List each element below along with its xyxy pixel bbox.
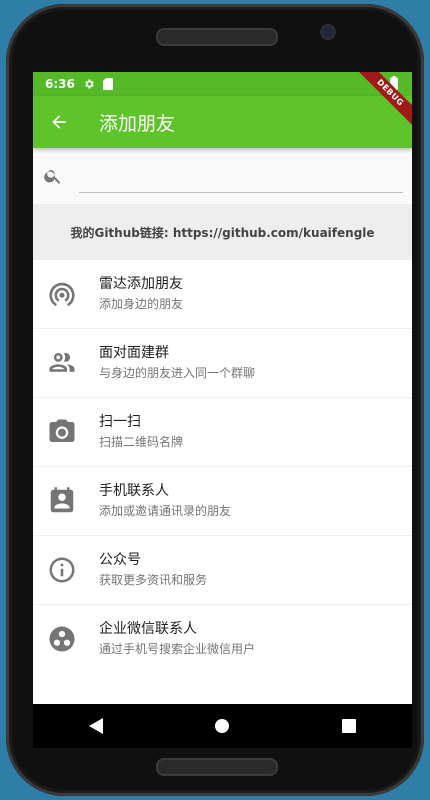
top-speaker: [156, 28, 278, 46]
front-camera: [322, 26, 334, 38]
workspaces-icon: [47, 624, 77, 654]
status-bar: 6:36 DEBUG: [33, 72, 412, 134]
system-nav-bar: [33, 704, 412, 748]
list-item-title: 公众号: [99, 552, 141, 568]
nav-recents-button[interactable]: [319, 704, 379, 748]
phone-frame: 6:36 DEBUG 添加朋友 我的Github链接: https://gith…: [6, 4, 424, 796]
list-item-title: 手机联系人: [99, 483, 169, 499]
list-item-scan[interactable]: 扫一扫 扫描二维码名牌: [33, 398, 412, 467]
list-item-subtitle: 添加身边的朋友: [99, 297, 184, 311]
circle-home-icon: [215, 719, 230, 733]
list-item-title: 面对面建群: [99, 345, 169, 361]
list-item-radar[interactable]: 雷达添加朋友 添加身边的朋友: [33, 260, 412, 329]
search-input[interactable]: [79, 162, 403, 193]
people-icon: [47, 348, 77, 378]
list-item-phone-contacts[interactable]: 手机联系人 添加或邀请通讯录的朋友: [33, 467, 412, 536]
list-item-subtitle: 添加或邀请通讯录的朋友: [99, 504, 232, 518]
list-item-subtitle: 通过手机号搜索企业微信用户: [99, 642, 256, 656]
screen: 6:36 DEBUG 添加朋友 我的Github链接: https://gith…: [33, 72, 412, 748]
list-item-title: 扫一扫: [99, 414, 141, 430]
nav-back-button[interactable]: [66, 704, 126, 748]
list-item-subtitle: 扫描二维码名牌: [99, 435, 184, 449]
search-icon: [43, 166, 63, 190]
list-item-title: 企业微信联系人: [99, 621, 197, 637]
add-friend-options-list: 雷达添加朋友 添加身边的朋友 面对面建群 与身边的朋友进入同一个群聊 扫一扫 扫…: [33, 260, 412, 673]
page-title: 添加朋友: [99, 112, 176, 135]
info-icon: [47, 555, 77, 585]
square-recents-icon: [341, 719, 356, 733]
bottom-speaker: [156, 758, 278, 776]
sd-card-icon: [102, 78, 113, 90]
camera-icon: [47, 417, 77, 447]
app-bar: 添加朋友: [33, 96, 412, 148]
arrow-back-icon: [52, 115, 66, 129]
list-item-subtitle: 获取更多资讯和服务: [99, 573, 208, 587]
search-row: [33, 148, 412, 204]
status-time: 6:36: [45, 77, 75, 91]
list-item-wework-contacts[interactable]: 企业微信联系人 通过手机号搜索企业微信用户: [33, 605, 412, 673]
contacts-icon: [47, 486, 77, 516]
settings-icon: [83, 78, 95, 90]
back-button[interactable]: [33, 96, 85, 148]
github-link-text: 我的Github链接: https://github.com/kuaifengl…: [70, 225, 375, 240]
list-item-subtitle: 与身边的朋友进入同一个群聊: [99, 366, 256, 380]
triangle-back-icon: [89, 718, 104, 734]
github-link-banner[interactable]: 我的Github链接: https://github.com/kuaifengl…: [33, 204, 412, 260]
radar-icon: [47, 279, 77, 309]
list-item-official-accounts[interactable]: 公众号 获取更多资讯和服务: [33, 536, 412, 605]
list-item-face-to-face-group[interactable]: 面对面建群 与身边的朋友进入同一个群聊: [33, 329, 412, 398]
nav-home-button[interactable]: [192, 704, 252, 748]
list-item-title: 雷达添加朋友: [99, 276, 183, 292]
